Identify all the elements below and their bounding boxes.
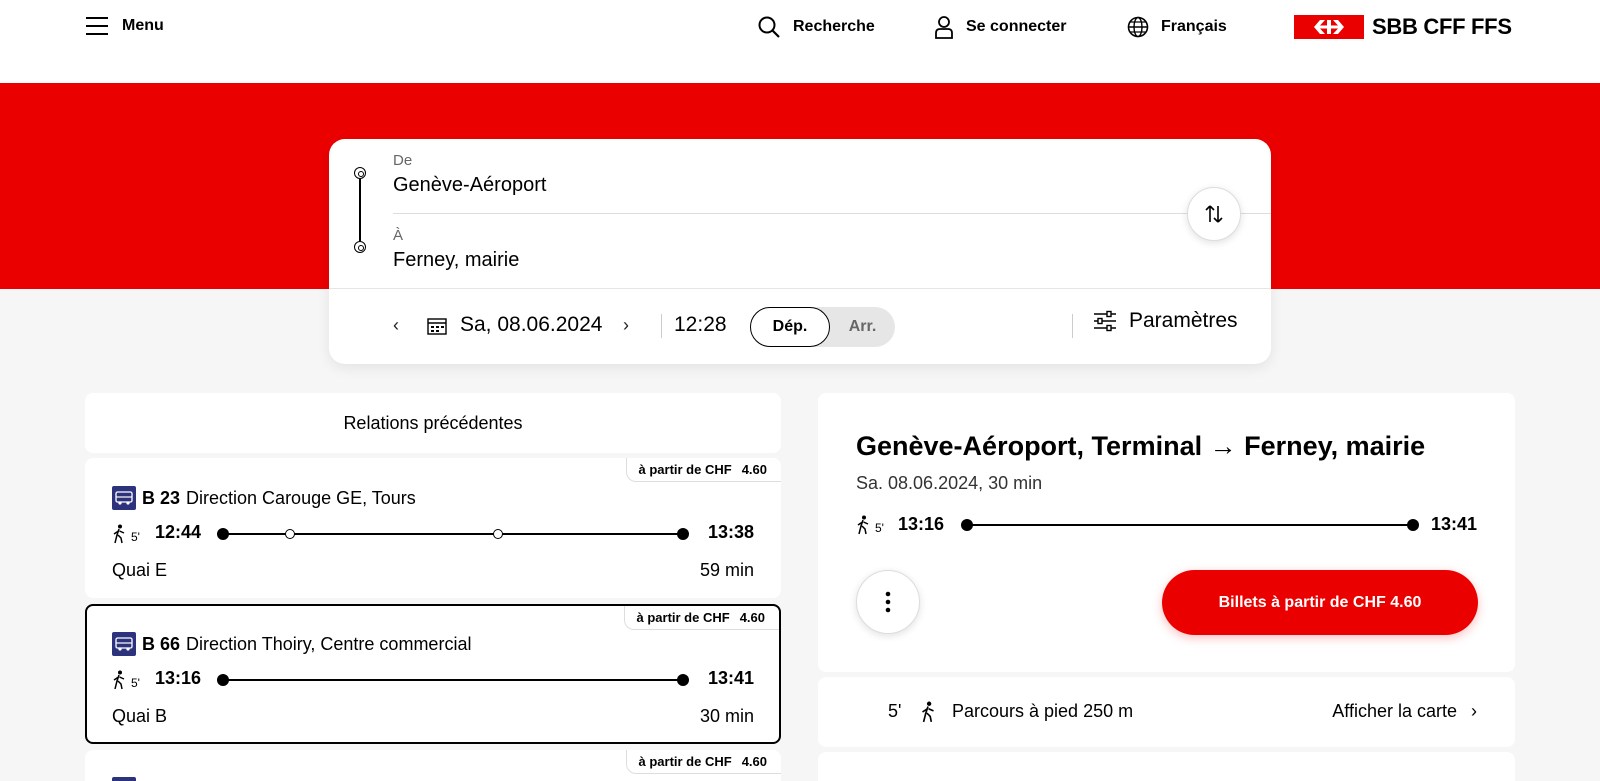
timeline bbox=[961, 519, 1419, 531]
sbb-logo[interactable]: SBB CFF FFS bbox=[1294, 14, 1512, 40]
bus-icon bbox=[112, 777, 136, 781]
parameters-button[interactable]: Paramètres bbox=[1093, 309, 1238, 333]
previous-connections-button[interactable]: Relations précédentes bbox=[85, 393, 781, 453]
login-label: Se connecter bbox=[966, 18, 1067, 35]
to-label: À bbox=[393, 227, 404, 244]
price-tag: à partir de CHF 4.60 bbox=[625, 458, 781, 482]
to-input[interactable]: Ferney, mairie bbox=[393, 249, 519, 272]
departure-time: 13:16 bbox=[155, 668, 202, 688]
timeline bbox=[217, 528, 689, 540]
next-day-button[interactable]: › bbox=[623, 315, 629, 336]
user-icon bbox=[935, 16, 953, 39]
menu-button[interactable]: Menu bbox=[86, 16, 164, 36]
next-segment-row[interactable] bbox=[818, 752, 1515, 781]
departure-toggle[interactable]: Dép. bbox=[750, 307, 830, 347]
duration: 59 min bbox=[699, 560, 754, 580]
walk-icon bbox=[922, 701, 934, 723]
walk-icon bbox=[113, 524, 125, 544]
top-header: Menu Recherche Se connecter Français SBB… bbox=[0, 0, 1600, 83]
walk-description: Parcours à pied 250 m bbox=[952, 701, 1134, 721]
from-label: De bbox=[393, 152, 413, 169]
walk-icon bbox=[113, 670, 125, 690]
arrival-toggle[interactable]: Arr. bbox=[830, 307, 895, 347]
time-field[interactable]: 12:28 bbox=[674, 313, 727, 337]
price-tag: à partir de CHF 4.60 bbox=[623, 606, 779, 630]
arrival-time: 13:41 bbox=[707, 668, 754, 688]
direction: Direction Thoiry, Centre commercial bbox=[186, 633, 472, 654]
from-input[interactable]: Genève-Aéroport bbox=[393, 174, 546, 197]
language-label: Français bbox=[1161, 18, 1227, 35]
platform: Quai E bbox=[112, 560, 168, 580]
date-time-row: ‹ Sa, 08.06.2024 › 12:28 Dép. Arr. Param… bbox=[329, 289, 1271, 364]
line-number: B 66 bbox=[142, 633, 181, 654]
chevron-right-icon: › bbox=[1471, 701, 1477, 721]
bus-icon bbox=[112, 486, 136, 510]
logo-text: SBB CFF FFS bbox=[1372, 14, 1512, 39]
walk-segment-row[interactable]: 5' Parcours à pied 250 m Afficher la car… bbox=[818, 677, 1515, 747]
show-map-link[interactable]: Afficher la carte › bbox=[1332, 701, 1477, 722]
connection-detail-card: Genève-Aéroport, Terminal → Ferney, mair… bbox=[818, 393, 1515, 672]
hamburger-icon bbox=[86, 16, 108, 36]
arrival-time: 13:38 bbox=[707, 522, 754, 542]
detail-title: Genève-Aéroport, Terminal → Ferney, mair… bbox=[856, 431, 1426, 461]
swap-icon bbox=[1205, 205, 1223, 223]
more-vertical-icon bbox=[885, 591, 891, 613]
menu-label: Menu bbox=[122, 17, 164, 34]
line-number: B 23 bbox=[142, 487, 181, 508]
connection-item[interactable]: à partir de CHF 4.60 B 23 Direction Carou… bbox=[85, 458, 781, 598]
swap-button[interactable] bbox=[1187, 187, 1241, 241]
more-options-button[interactable] bbox=[856, 570, 920, 634]
search-icon bbox=[758, 16, 780, 38]
price-tag: à partir de CHF 4.60 bbox=[625, 750, 781, 774]
search-link[interactable]: Recherche bbox=[757, 14, 875, 40]
timeline bbox=[217, 674, 689, 686]
direction: Direction Carouge GE, Tours bbox=[186, 487, 416, 508]
sbb-flag-icon bbox=[1294, 15, 1364, 39]
prev-day-button[interactable]: ‹ bbox=[393, 315, 399, 336]
date-field[interactable]: Sa, 08.06.2024 bbox=[460, 313, 602, 337]
connection-item[interactable]: à partir de CHF 4.60 bbox=[85, 750, 781, 781]
language-selector[interactable]: Français bbox=[1127, 14, 1227, 40]
departure-time: 12:44 bbox=[155, 522, 202, 542]
search-label: Recherche bbox=[793, 18, 875, 35]
departure-time: 13:16 bbox=[898, 514, 945, 534]
login-link[interactable]: Se connecter bbox=[934, 14, 1066, 40]
globe-icon bbox=[1127, 16, 1149, 38]
bus-icon bbox=[112, 632, 136, 656]
calendar-icon[interactable] bbox=[427, 317, 447, 335]
sliders-icon bbox=[1094, 310, 1116, 332]
search-card: De Genève-Aéroport À Ferney, mairie ‹ Sa… bbox=[329, 139, 1271, 364]
detail-subtitle: Sa. 08.06.2024, 30 min bbox=[856, 473, 1043, 493]
duration: 30 min bbox=[699, 706, 754, 726]
buy-tickets-button[interactable]: Billets à partir de CHF 4.60 bbox=[1162, 570, 1478, 635]
walk-duration: 5' bbox=[888, 701, 902, 721]
route-indicator bbox=[354, 167, 366, 253]
parameters-label: Paramètres bbox=[1129, 309, 1238, 332]
field-divider bbox=[393, 213, 1271, 214]
walk-icon bbox=[857, 515, 869, 535]
dep-arr-toggle: Dép. Arr. bbox=[750, 307, 895, 347]
connection-item-selected[interactable]: à partir de CHF 4.60 B 66 Direction Thoir… bbox=[85, 604, 781, 744]
platform: Quai B bbox=[112, 706, 168, 726]
arrival-time: 13:41 bbox=[1430, 514, 1477, 534]
